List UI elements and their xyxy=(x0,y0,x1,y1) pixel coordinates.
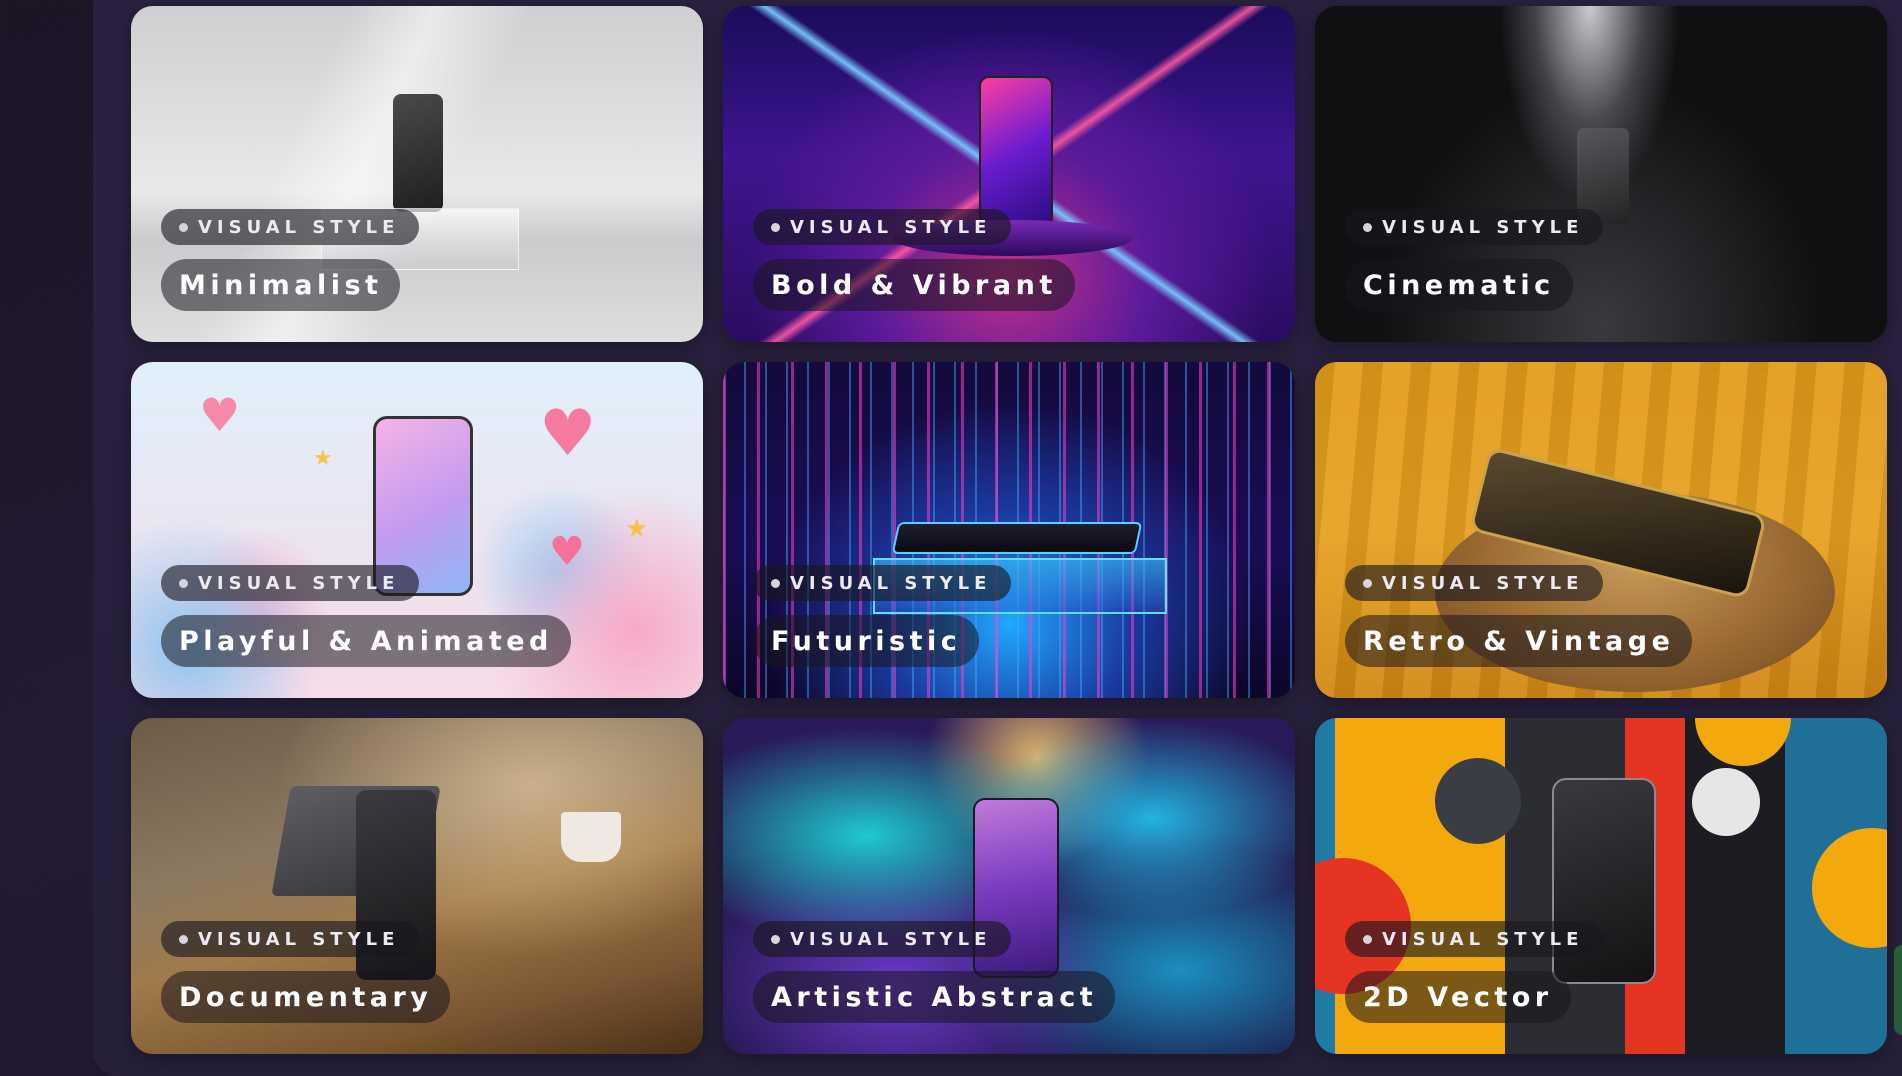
style-title: Futuristic xyxy=(753,615,980,667)
bullet-icon xyxy=(771,222,780,232)
visual-style-tag: VISUAL STYLE xyxy=(753,565,1012,601)
style-title: Retro & Vintage xyxy=(1345,615,1693,667)
style-title: Minimalist xyxy=(161,259,401,311)
bullet-icon xyxy=(1363,934,1372,944)
cup-image xyxy=(561,812,621,862)
star-icon: ★ xyxy=(313,446,333,471)
heart-icon: ♥ xyxy=(549,529,585,575)
style-card-bold-vibrant[interactable]: VISUAL STYLE Bold & Vibrant xyxy=(723,6,1295,342)
visual-style-tag: VISUAL STYLE xyxy=(753,209,1012,245)
heart-icon: ♥ xyxy=(539,397,597,471)
style-title: 2D Vector xyxy=(1345,971,1571,1023)
visual-style-tag: VISUAL STYLE xyxy=(161,209,420,245)
star-icon: ★ xyxy=(625,514,649,544)
style-card-retro-vintage[interactable]: VISUAL STYLE Retro & Vintage xyxy=(1315,362,1887,698)
style-card-documentary[interactable]: VISUAL STYLE Documentary xyxy=(131,718,703,1054)
visual-style-tag: VISUAL STYLE xyxy=(161,565,420,601)
circle-shape xyxy=(1692,768,1760,836)
visual-style-tag: VISUAL STYLE xyxy=(161,921,420,957)
heart-icon: ♥ xyxy=(199,388,241,442)
style-card-2d-vector[interactable]: VISUAL STYLE 2D Vector xyxy=(1315,718,1887,1054)
circle-shape xyxy=(1435,758,1521,844)
bullet-icon xyxy=(771,578,780,588)
phone-image xyxy=(979,76,1053,228)
phone-image xyxy=(393,94,443,212)
bullet-icon xyxy=(1363,578,1372,588)
style-title: Artistic Abstract xyxy=(753,971,1116,1023)
tag-label: VISUAL STYLE xyxy=(790,572,992,594)
tag-label: VISUAL STYLE xyxy=(790,216,992,238)
tag-label: VISUAL STYLE xyxy=(1382,928,1584,950)
bullet-icon xyxy=(179,578,188,588)
visual-style-tag: VISUAL STYLE xyxy=(1345,209,1604,245)
style-title: Cinematic xyxy=(1345,259,1573,311)
style-card-playful-animated[interactable]: ♥ ♥ ★ ★ ♥ VISUAL STYLE Playful & Animate… xyxy=(131,362,703,698)
visual-style-grid: VISUAL STYLE Minimalist VISUAL STYLE Bol… xyxy=(0,0,1902,1076)
phone-image xyxy=(891,522,1143,554)
tag-label: VISUAL STYLE xyxy=(1382,216,1584,238)
style-card-minimalist[interactable]: VISUAL STYLE Minimalist xyxy=(131,6,703,342)
style-title: Documentary xyxy=(161,971,451,1023)
style-card-futuristic[interactable]: VISUAL STYLE Futuristic xyxy=(723,362,1295,698)
style-card-artistic-abstract[interactable]: VISUAL STYLE Artistic Abstract xyxy=(723,718,1295,1054)
style-card-cinematic[interactable]: VISUAL STYLE Cinematic xyxy=(1315,6,1887,342)
tag-label: VISUAL STYLE xyxy=(1382,572,1584,594)
bullet-icon xyxy=(179,222,188,232)
style-title: Bold & Vibrant xyxy=(753,259,1075,311)
tag-label: VISUAL STYLE xyxy=(198,928,400,950)
tag-label: VISUAL STYLE xyxy=(790,928,992,950)
visual-style-tag: VISUAL STYLE xyxy=(753,921,1012,957)
visual-style-tag: VISUAL STYLE xyxy=(1345,565,1604,601)
style-title: Playful & Animated xyxy=(161,615,571,667)
scroll-indicator[interactable] xyxy=(1894,945,1902,1035)
bullet-icon xyxy=(1363,222,1372,232)
tag-label: VISUAL STYLE xyxy=(198,216,400,238)
visual-style-tag: VISUAL STYLE xyxy=(1345,921,1604,957)
bullet-icon xyxy=(179,934,188,944)
tag-label: VISUAL STYLE xyxy=(198,572,400,594)
bullet-icon xyxy=(771,934,780,944)
